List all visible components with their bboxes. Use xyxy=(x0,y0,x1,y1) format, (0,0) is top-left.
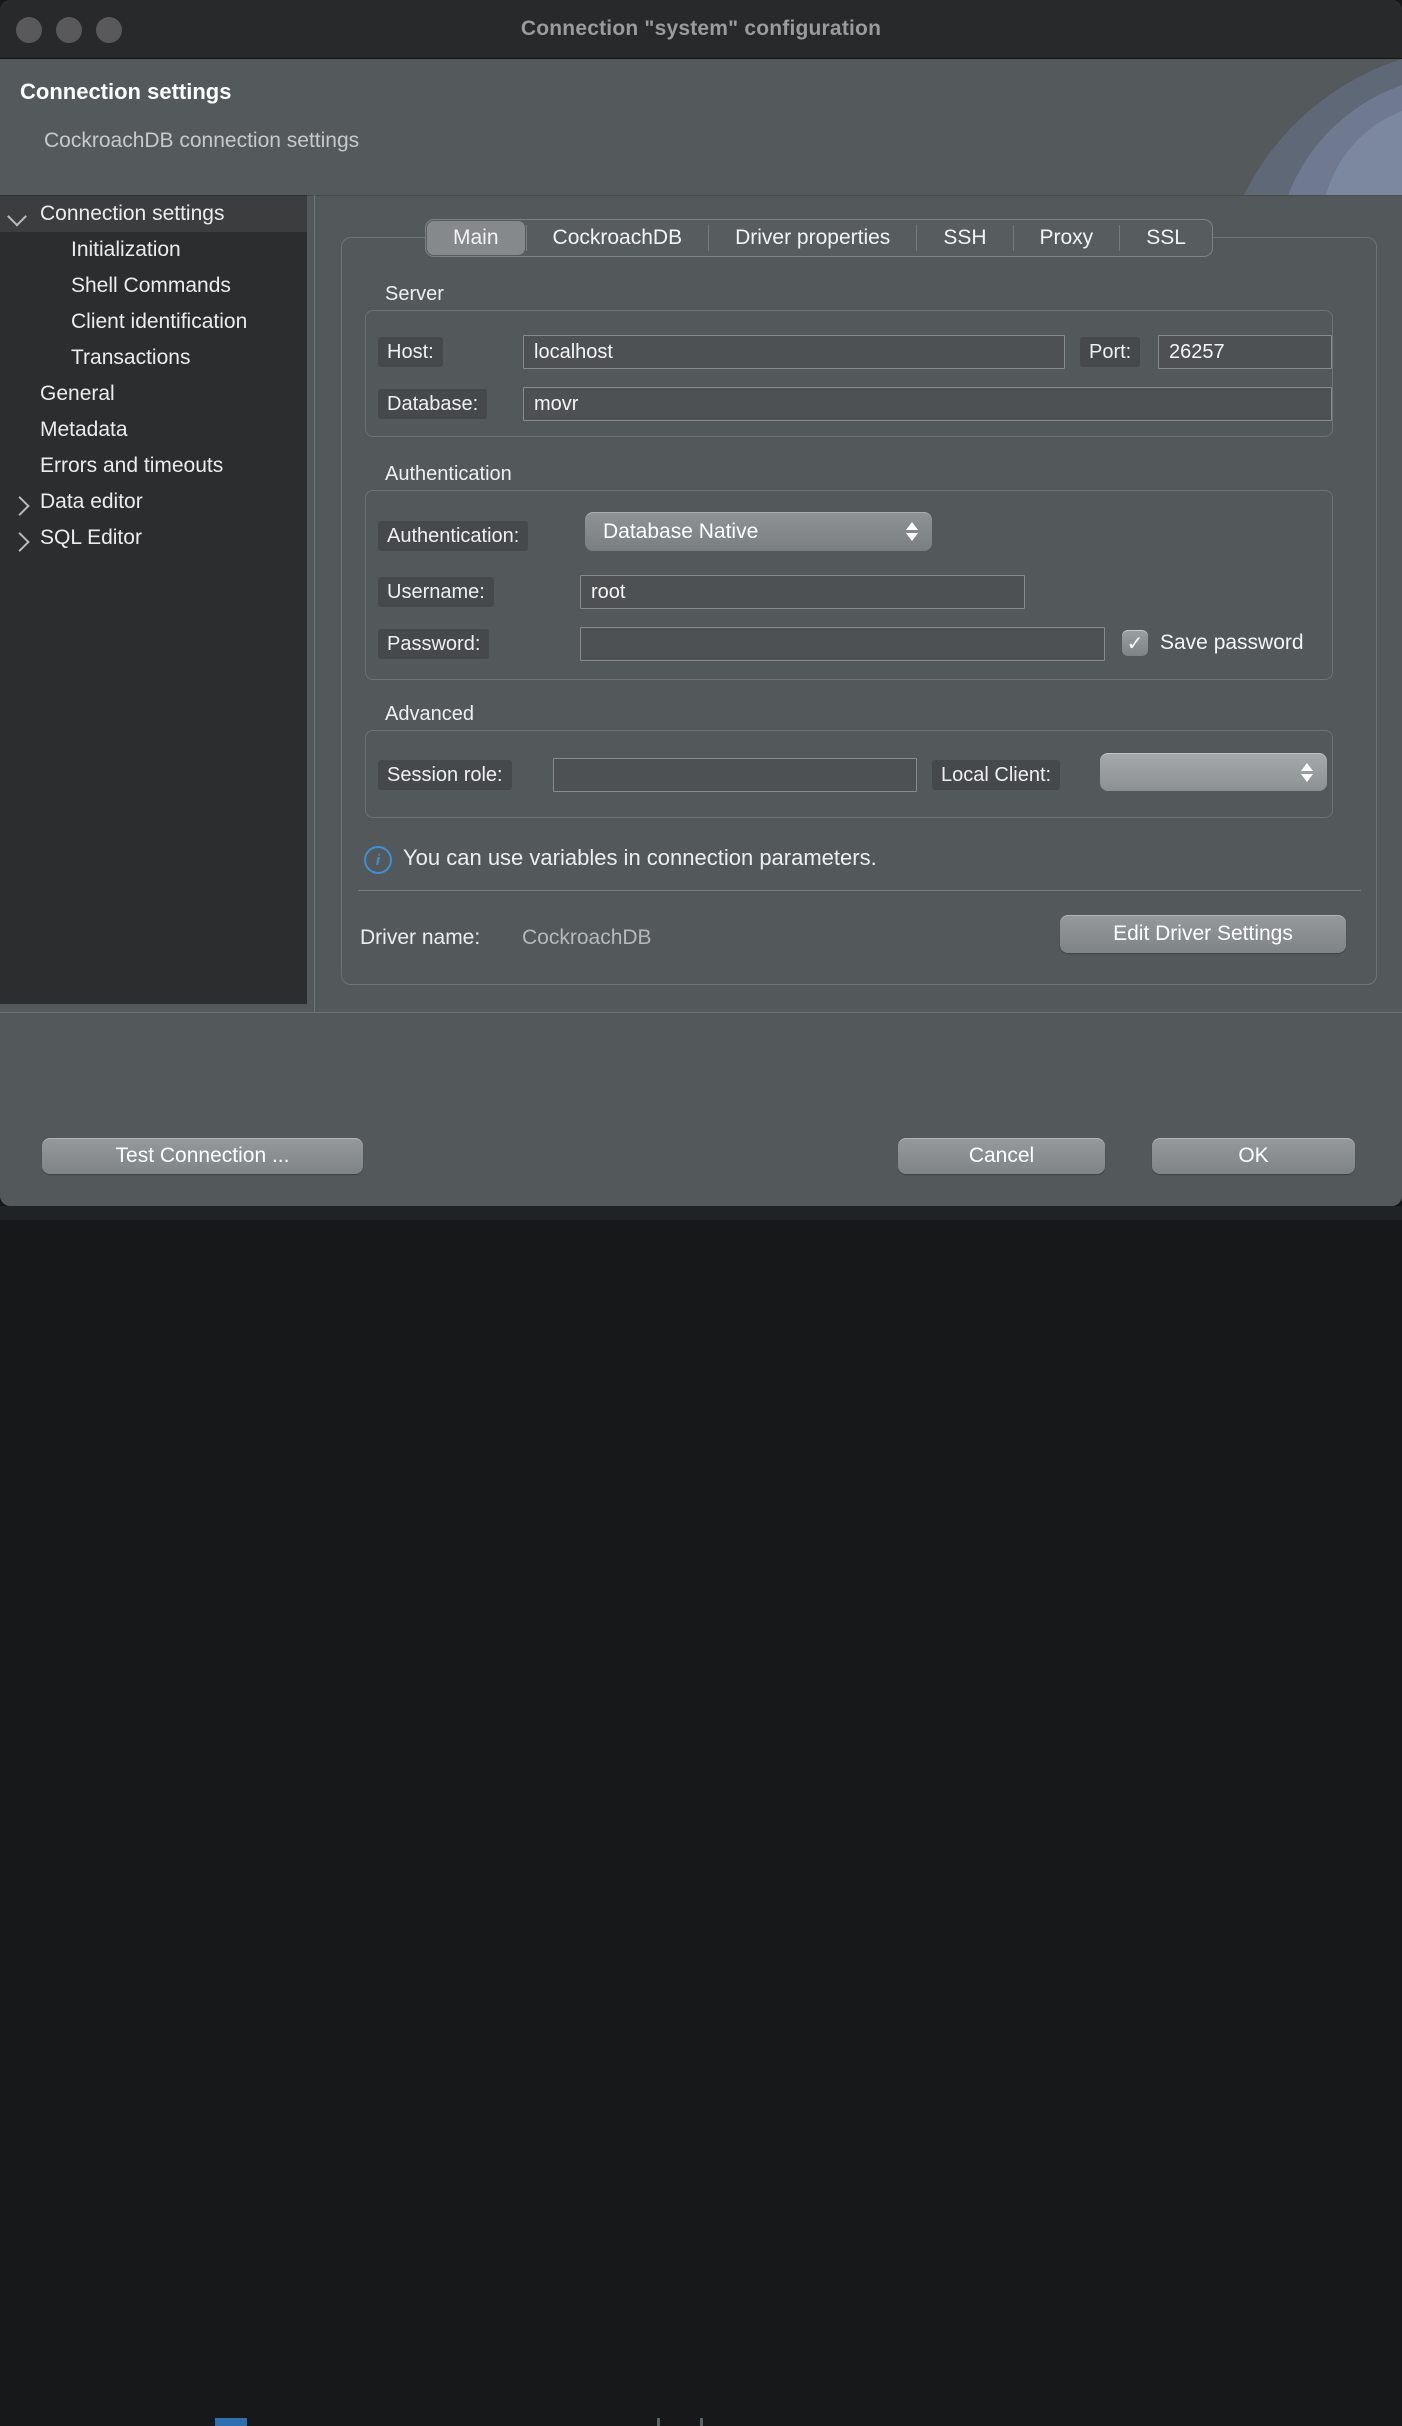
dialog-header: Connection settings CockroachDB connecti… xyxy=(0,59,1402,196)
driver-separator xyxy=(358,890,1361,891)
cancel-button[interactable]: Cancel xyxy=(898,1138,1105,1174)
footer-divider xyxy=(0,1012,1402,1013)
background-strip xyxy=(0,1206,1402,1220)
tree-item-transactions[interactable]: Transactions xyxy=(0,340,307,376)
info-icon: i xyxy=(364,846,392,874)
test-connection-button[interactable]: Test Connection ... xyxy=(42,1138,363,1174)
password-input[interactable] xyxy=(580,627,1105,661)
password-label: Password: xyxy=(378,629,489,659)
host-input[interactable] xyxy=(523,335,1065,369)
save-password-label[interactable]: Save password xyxy=(1160,631,1334,655)
tab-ssh[interactable]: SSH xyxy=(917,220,1012,256)
tab-bar: Main CockroachDB Driver properties SSH P… xyxy=(425,219,1213,257)
database-label: Database: xyxy=(378,389,487,419)
tree-item-client-identification[interactable]: Client identification xyxy=(0,304,307,340)
tab-main[interactable]: Main xyxy=(427,221,525,255)
driver-name-value: CockroachDB xyxy=(522,926,652,950)
edit-driver-settings-button[interactable]: Edit Driver Settings xyxy=(1060,915,1346,953)
tab-cockroachdb[interactable]: CockroachDB xyxy=(527,220,709,256)
tree-item-initialization[interactable]: Initialization xyxy=(0,232,307,268)
local-client-label: Local Client: xyxy=(932,760,1060,790)
username-input[interactable] xyxy=(580,575,1025,609)
maximize-window-icon[interactable] xyxy=(96,17,122,43)
authentication-label: Authentication: xyxy=(378,521,528,551)
chevron-down-icon[interactable] xyxy=(10,207,24,231)
advanced-group-label: Advanced xyxy=(385,703,474,726)
decorative-swoosh xyxy=(1192,59,1402,195)
tree-item-general[interactable]: General xyxy=(0,376,307,412)
minimize-window-icon[interactable] xyxy=(56,17,82,43)
local-client-select[interactable] xyxy=(1100,753,1327,791)
settings-tree: Connection settings Initialization Shell… xyxy=(0,195,307,1004)
sidebar-divider xyxy=(314,195,315,1012)
page-subtitle: CockroachDB connection settings xyxy=(44,129,359,153)
tree-item-shell-commands[interactable]: Shell Commands xyxy=(0,268,307,304)
authentication-group-label: Authentication xyxy=(385,463,512,486)
page-title: Connection settings xyxy=(20,79,231,105)
connection-configuration-dialog: Connection "system" configuration Connec… xyxy=(0,0,1402,1206)
tab-proxy[interactable]: Proxy xyxy=(1014,220,1120,256)
session-role-input[interactable] xyxy=(553,758,917,792)
port-input[interactable] xyxy=(1158,335,1332,369)
window-controls xyxy=(16,17,122,43)
session-role-label: Session role: xyxy=(378,760,512,790)
tree-item-errors-and-timeouts[interactable]: Errors and timeouts xyxy=(0,448,307,484)
title-bar: Connection "system" configuration xyxy=(0,0,1402,59)
info-message: You can use variables in connection para… xyxy=(403,845,877,871)
save-password-checkbox[interactable]: ✓ xyxy=(1122,630,1148,656)
tree-item-metadata[interactable]: Metadata xyxy=(0,412,307,448)
tree-item-sql-editor[interactable]: SQL Editor xyxy=(0,520,307,556)
select-arrows-icon xyxy=(1301,763,1313,782)
select-arrows-icon xyxy=(906,522,918,541)
username-label: Username: xyxy=(378,577,494,607)
port-label: Port: xyxy=(1080,337,1140,367)
ok-button[interactable]: OK xyxy=(1152,1138,1355,1174)
close-window-icon[interactable] xyxy=(16,17,42,43)
host-label: Host: xyxy=(378,337,443,367)
database-input[interactable] xyxy=(523,387,1332,421)
authentication-select-value: Database Native xyxy=(603,520,758,544)
background-accent xyxy=(215,2418,247,2426)
server-group-label: Server xyxy=(385,283,444,306)
driver-name-label: Driver name: xyxy=(360,926,480,950)
checkmark-icon: ✓ xyxy=(1127,631,1144,656)
window-title: Connection "system" configuration xyxy=(521,17,881,41)
tree-item-connection-settings[interactable]: Connection settings xyxy=(0,196,307,232)
chevron-right-icon[interactable] xyxy=(10,495,24,519)
tab-ssl[interactable]: SSL xyxy=(1120,220,1212,256)
tree-item-data-editor[interactable]: Data editor xyxy=(0,484,307,520)
tab-driver-properties[interactable]: Driver properties xyxy=(709,220,916,256)
chevron-right-icon[interactable] xyxy=(10,531,24,555)
authentication-select[interactable]: Database Native xyxy=(585,512,932,551)
